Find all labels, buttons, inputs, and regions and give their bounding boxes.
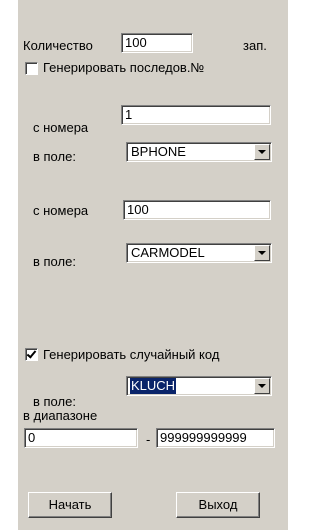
seq1-field-combo[interactable]: BPHONE bbox=[126, 142, 272, 162]
seq2-from-input[interactable]: 100 bbox=[123, 200, 271, 220]
seq2-field-label: в поле: bbox=[33, 254, 76, 269]
range-to-input[interactable]: 999999999999 bbox=[156, 428, 275, 448]
seq2-field-combo[interactable]: CARMODEL bbox=[126, 243, 272, 263]
range-separator: - bbox=[146, 432, 151, 447]
count-unit-label: зап. bbox=[243, 38, 267, 53]
chevron-down-icon[interactable] bbox=[254, 378, 270, 394]
seq2-from-label: с номера bbox=[33, 203, 89, 218]
seq2-field-value: CARMODEL bbox=[131, 245, 205, 260]
generator-panel: Количество 100 зап. Генерировать последо… bbox=[18, 0, 288, 530]
range-label: в диапазоне bbox=[23, 408, 98, 423]
range-from-input[interactable]: 0 bbox=[24, 428, 138, 448]
seq1-from-label: с номера bbox=[33, 120, 89, 135]
seq1-field-label: в поле: bbox=[33, 149, 76, 164]
count-input[interactable]: 100 bbox=[121, 33, 193, 53]
random-field-value: KLUCH bbox=[130, 378, 177, 394]
chevron-down-icon[interactable] bbox=[254, 245, 270, 261]
chevron-down-icon[interactable] bbox=[254, 144, 270, 160]
random-checkbox[interactable] bbox=[25, 348, 38, 361]
random-label: Генерировать случайный код bbox=[43, 347, 220, 362]
start-button[interactable]: Начать bbox=[28, 492, 112, 518]
random-field-combo[interactable]: KLUCH bbox=[126, 376, 272, 396]
sequential-label: Генерировать последов.№ bbox=[43, 60, 205, 75]
exit-button[interactable]: Выход bbox=[176, 492, 260, 518]
count-label: Количество bbox=[23, 38, 93, 53]
seq1-field-value: BPHONE bbox=[131, 144, 186, 159]
random-field-label: в поле: bbox=[33, 394, 76, 409]
sequential-checkbox[interactable] bbox=[25, 62, 38, 75]
seq1-from-input[interactable]: 1 bbox=[121, 105, 271, 125]
